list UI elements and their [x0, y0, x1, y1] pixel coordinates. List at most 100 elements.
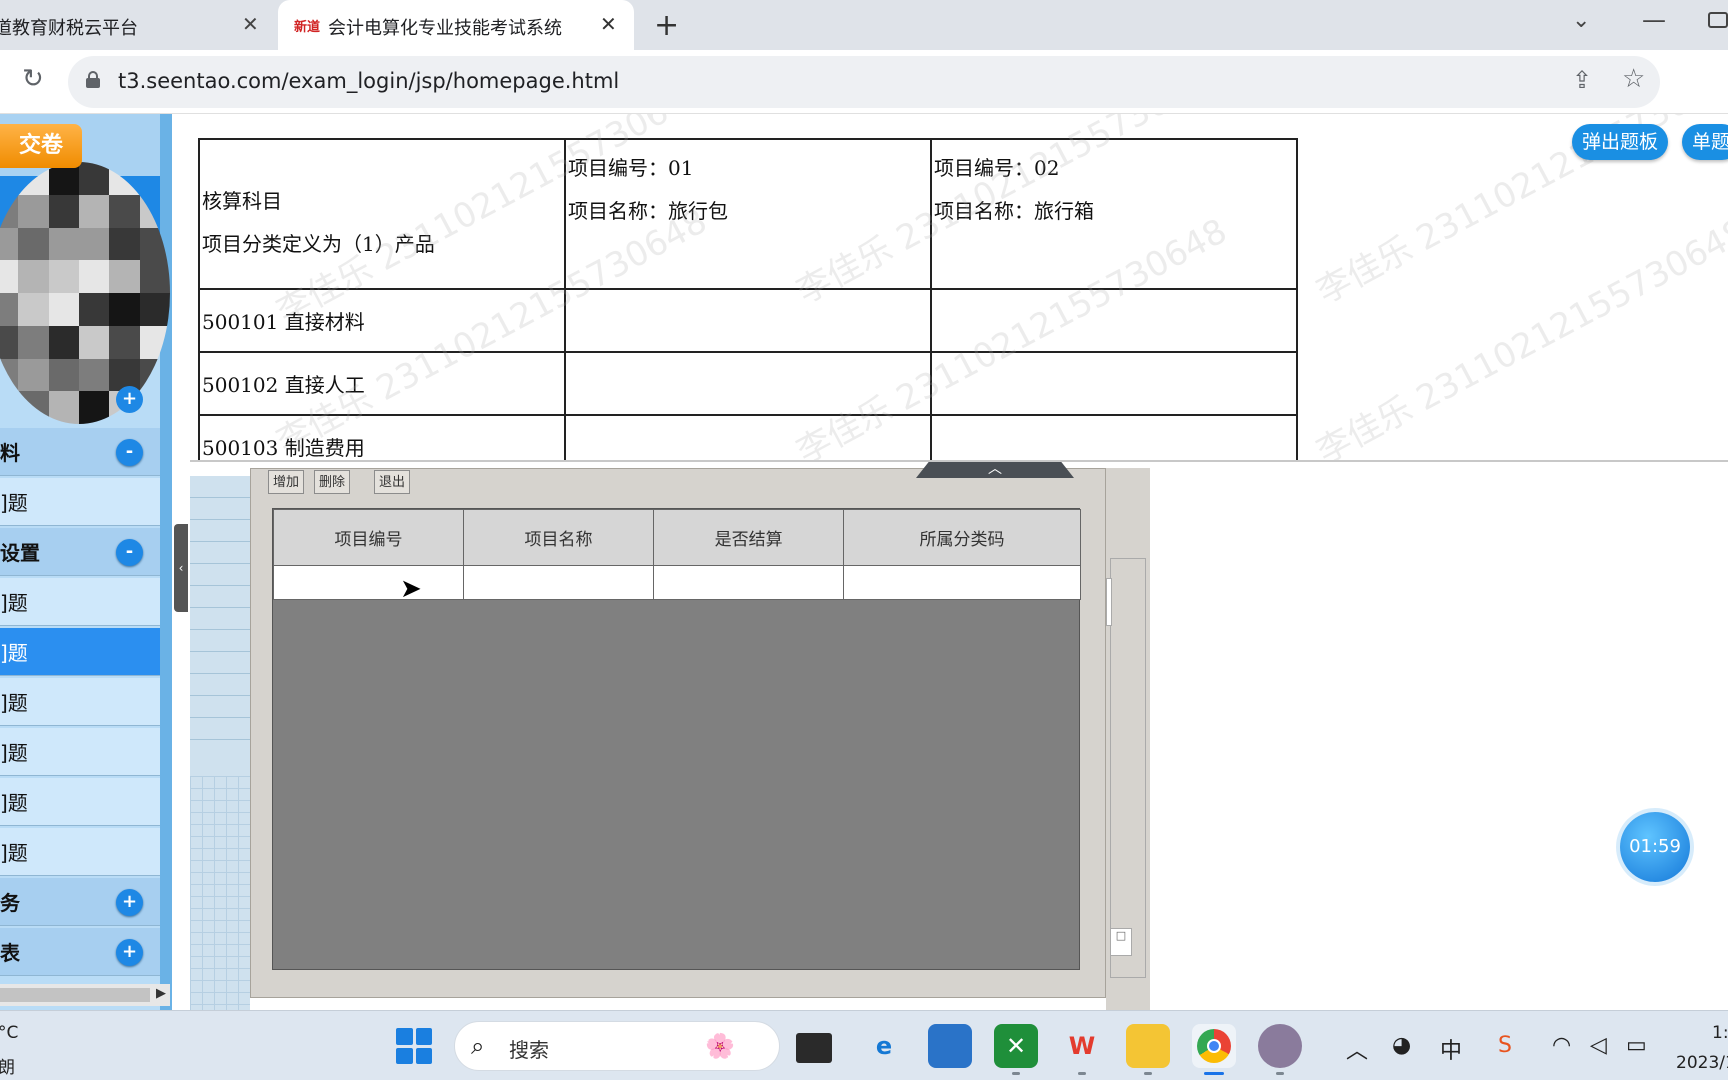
project-2-code: 项目编号：02	[934, 156, 1060, 180]
nav-category[interactable]: 表 +	[0, 928, 160, 976]
nav-question-item[interactable]: ]题	[0, 628, 160, 676]
is-settled-cell[interactable]	[653, 565, 845, 600]
account-cell: 500103 制造费用	[198, 414, 566, 460]
nav-question-item[interactable]: ]题	[0, 728, 160, 776]
question-panel: 核算科目 项目分类定义为（1）产品 项目编号：01 项目名称：旅行包 项目编号：…	[190, 114, 1728, 462]
url-text[interactable]: t3.seentao.com/exam_login/jsp/homepage.h…	[118, 69, 619, 93]
dialog-right-panel: □	[1106, 468, 1150, 1010]
panel-collapse-handle-icon[interactable]: ︿	[916, 462, 1074, 478]
browser-tab-strip: 道教育财税云平台 ✕ 新道 会计电算化专业技能考试系统 ✕ + ⌄ —	[0, 0, 1728, 50]
windows-start-icon[interactable]	[396, 1028, 432, 1064]
bookmark-star-icon[interactable]: ☆	[1622, 64, 1645, 94]
edge-browser-icon[interactable]: e	[862, 1024, 906, 1068]
nav-item-label: 料	[0, 441, 20, 465]
show-hidden-icons-chevron-icon[interactable]: ︿	[1346, 1033, 1368, 1065]
project-name-cell[interactable]	[463, 565, 655, 600]
sogou-input-icon[interactable]: S	[1498, 1033, 1512, 1058]
close-tab-icon[interactable]: ✕	[600, 12, 617, 36]
project-2-name: 项目名称：旅行箱	[934, 199, 1094, 223]
column-header-project-name[interactable]: 项目名称	[463, 509, 655, 566]
project-code-cell[interactable]	[272, 565, 465, 600]
delete-button[interactable]: 删除	[314, 470, 351, 494]
table-row[interactable]	[272, 565, 1081, 600]
browser-toolbar: ↻ t3.seentao.com/exam_login/jsp/homepage…	[0, 50, 1728, 142]
tab-title: 会计电算化专业技能考试系统	[328, 18, 562, 39]
single-question-button[interactable]: 单题	[1682, 124, 1728, 160]
reload-icon[interactable]: ↻	[22, 64, 44, 94]
input-method-icon[interactable]: 中	[1440, 1033, 1462, 1065]
nav-question-item[interactable]: ]题	[0, 478, 160, 526]
background-app-strip	[190, 476, 250, 1010]
close-tab-icon[interactable]: ✕	[242, 12, 259, 36]
clock-time[interactable]: 1:	[1712, 1023, 1728, 1043]
seentao-favicon-icon: 新道	[294, 20, 321, 35]
qq-icon[interactable]: ◕	[1392, 1033, 1411, 1058]
wifi-icon[interactable]: ◠	[1552, 1033, 1571, 1058]
project-1-name: 项目名称：旅行包	[568, 199, 728, 223]
expand-plus-icon[interactable]: +	[116, 889, 143, 916]
tab-title: 道教育财税云平台	[0, 18, 138, 39]
weather-temp[interactable]: °C	[0, 1023, 18, 1043]
table-row: 500102 直接人工	[198, 351, 1298, 416]
nav-item-label: ]题	[0, 791, 28, 815]
add-button[interactable]: 增加	[268, 470, 305, 494]
clock-date[interactable]: 2023/1	[1676, 1053, 1728, 1073]
column-header-category-code[interactable]: 所属分类码	[843, 509, 1081, 566]
share-icon[interactable]: ⇪	[1572, 66, 1592, 94]
item-archive-table: 核算科目 项目分类定义为（1）产品 项目编号：01 项目名称：旅行包 项目编号：…	[198, 138, 1298, 460]
lock-icon[interactable]	[86, 71, 100, 88]
header-category-definition: 项目分类定义为（1）产品	[202, 232, 435, 256]
minimize-window-icon[interactable]: —	[1642, 6, 1666, 34]
column-header-project-code[interactable]: 项目编号	[272, 509, 465, 566]
account-cell: 500101 直接材料	[198, 288, 566, 353]
project-1-code: 项目编号：01	[568, 156, 694, 180]
nav-category[interactable]: 料-	[0, 428, 160, 476]
candidate-watermark: 李佳乐 23110212155730648	[1310, 211, 1728, 462]
battery-icon[interactable]: ▭	[1626, 1033, 1647, 1058]
address-bar[interactable]: t3.seentao.com/exam_login/jsp/homepage.h…	[68, 56, 1660, 108]
nav-item-label: ]题	[0, 691, 28, 715]
category-code-cell[interactable]	[843, 565, 1081, 600]
nav-question-item[interactable]: ]题	[0, 578, 160, 626]
expand-plus-icon[interactable]: +	[116, 386, 143, 413]
nav-question-item[interactable]: ]题	[0, 678, 160, 726]
task-view-icon[interactable]	[796, 1033, 832, 1063]
restore-window-icon[interactable]	[1708, 12, 1728, 28]
popup-question-board-button[interactable]: 弹出题板	[1572, 124, 1669, 160]
collapse-nav-handle[interactable]: ‹	[174, 524, 188, 612]
file-explorer-icon[interactable]	[1126, 1024, 1170, 1075]
nav-item-label: ]题	[0, 491, 28, 515]
chrome-icon[interactable]	[1192, 1024, 1236, 1075]
browser-tab-active[interactable]: 新道 会计电算化专业技能考试系统 ✕	[278, 0, 634, 50]
collapse-minus-icon[interactable]: -	[116, 539, 143, 566]
browser-tab-inactive[interactable]: 道教育财税云平台 ✕	[0, 0, 272, 50]
nav-question-item[interactable]: ]题	[0, 828, 160, 876]
user-app-icon[interactable]	[1258, 1024, 1302, 1075]
weather-condition[interactable]: 朗	[0, 1053, 15, 1078]
nav-item-label: 表	[0, 941, 20, 965]
nav-question-item[interactable]: ]题	[0, 778, 160, 826]
nav-category[interactable]: 务 +	[0, 878, 160, 926]
nav-item-label: 设置	[0, 541, 40, 565]
wps-office-icon[interactable]: W	[1060, 1024, 1104, 1075]
column-header-is-settled[interactable]: 是否结算	[653, 509, 845, 566]
taskbar-search-box[interactable]: ⌕ 搜索 🌸	[454, 1021, 780, 1071]
mouse-cursor-icon: ➤	[400, 574, 422, 604]
search-placeholder: 搜索	[509, 1038, 549, 1062]
nav-horizontal-scrollbar[interactable]: ▶	[0, 984, 170, 1006]
submit-exam-button[interactable]: 交卷	[0, 124, 82, 168]
nav-item-label: 务	[0, 891, 20, 915]
table-row: 500103 制造费用	[198, 414, 1298, 460]
new-tab-plus-icon[interactable]: +	[654, 8, 679, 43]
nav-item-label: ]题	[0, 591, 28, 615]
exit-button[interactable]: 退出	[374, 470, 411, 494]
nav-category[interactable]: 设置 -	[0, 528, 160, 576]
volume-icon[interactable]: ◁	[1590, 1033, 1607, 1058]
collapse-minus-icon[interactable]: -	[116, 439, 143, 466]
tab-search-chevron-icon[interactable]: ⌄	[1572, 8, 1590, 33]
nav-item-label: ]题	[0, 841, 28, 865]
expand-plus-icon[interactable]: +	[116, 939, 143, 966]
microsoft-store-icon[interactable]	[928, 1024, 972, 1068]
search-highlight-flower-icon: 🌸	[705, 1032, 735, 1060]
xbox-icon[interactable]: ✕	[994, 1024, 1038, 1075]
